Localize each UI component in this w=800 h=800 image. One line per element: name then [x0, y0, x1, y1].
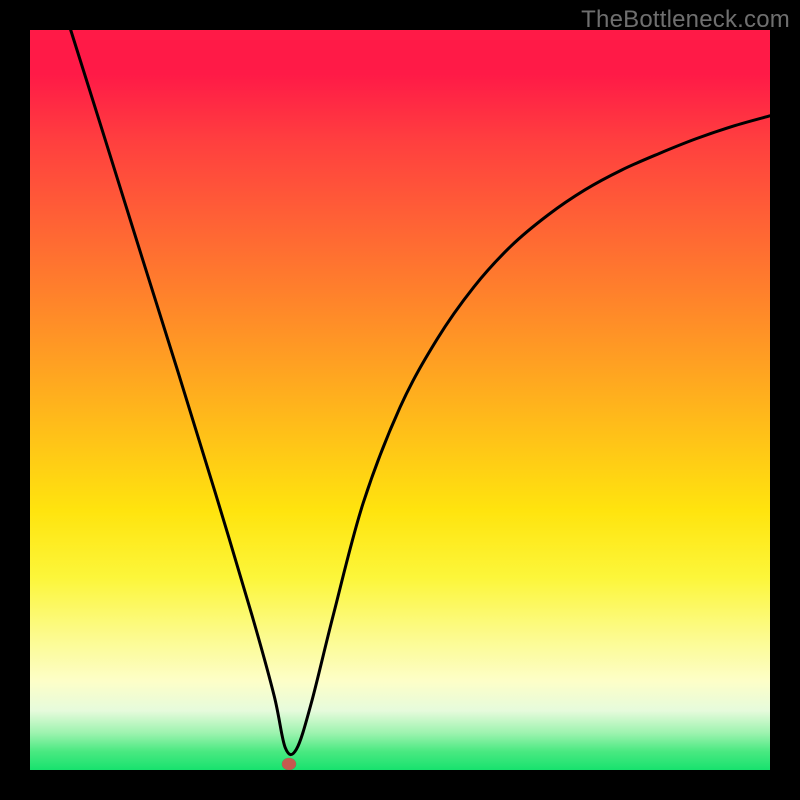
plot-area	[30, 30, 770, 770]
curve-layer	[30, 30, 770, 770]
bottleneck-curve	[71, 30, 770, 755]
chart-frame: TheBottleneck.com	[0, 0, 800, 800]
optimal-point-marker	[282, 758, 296, 770]
